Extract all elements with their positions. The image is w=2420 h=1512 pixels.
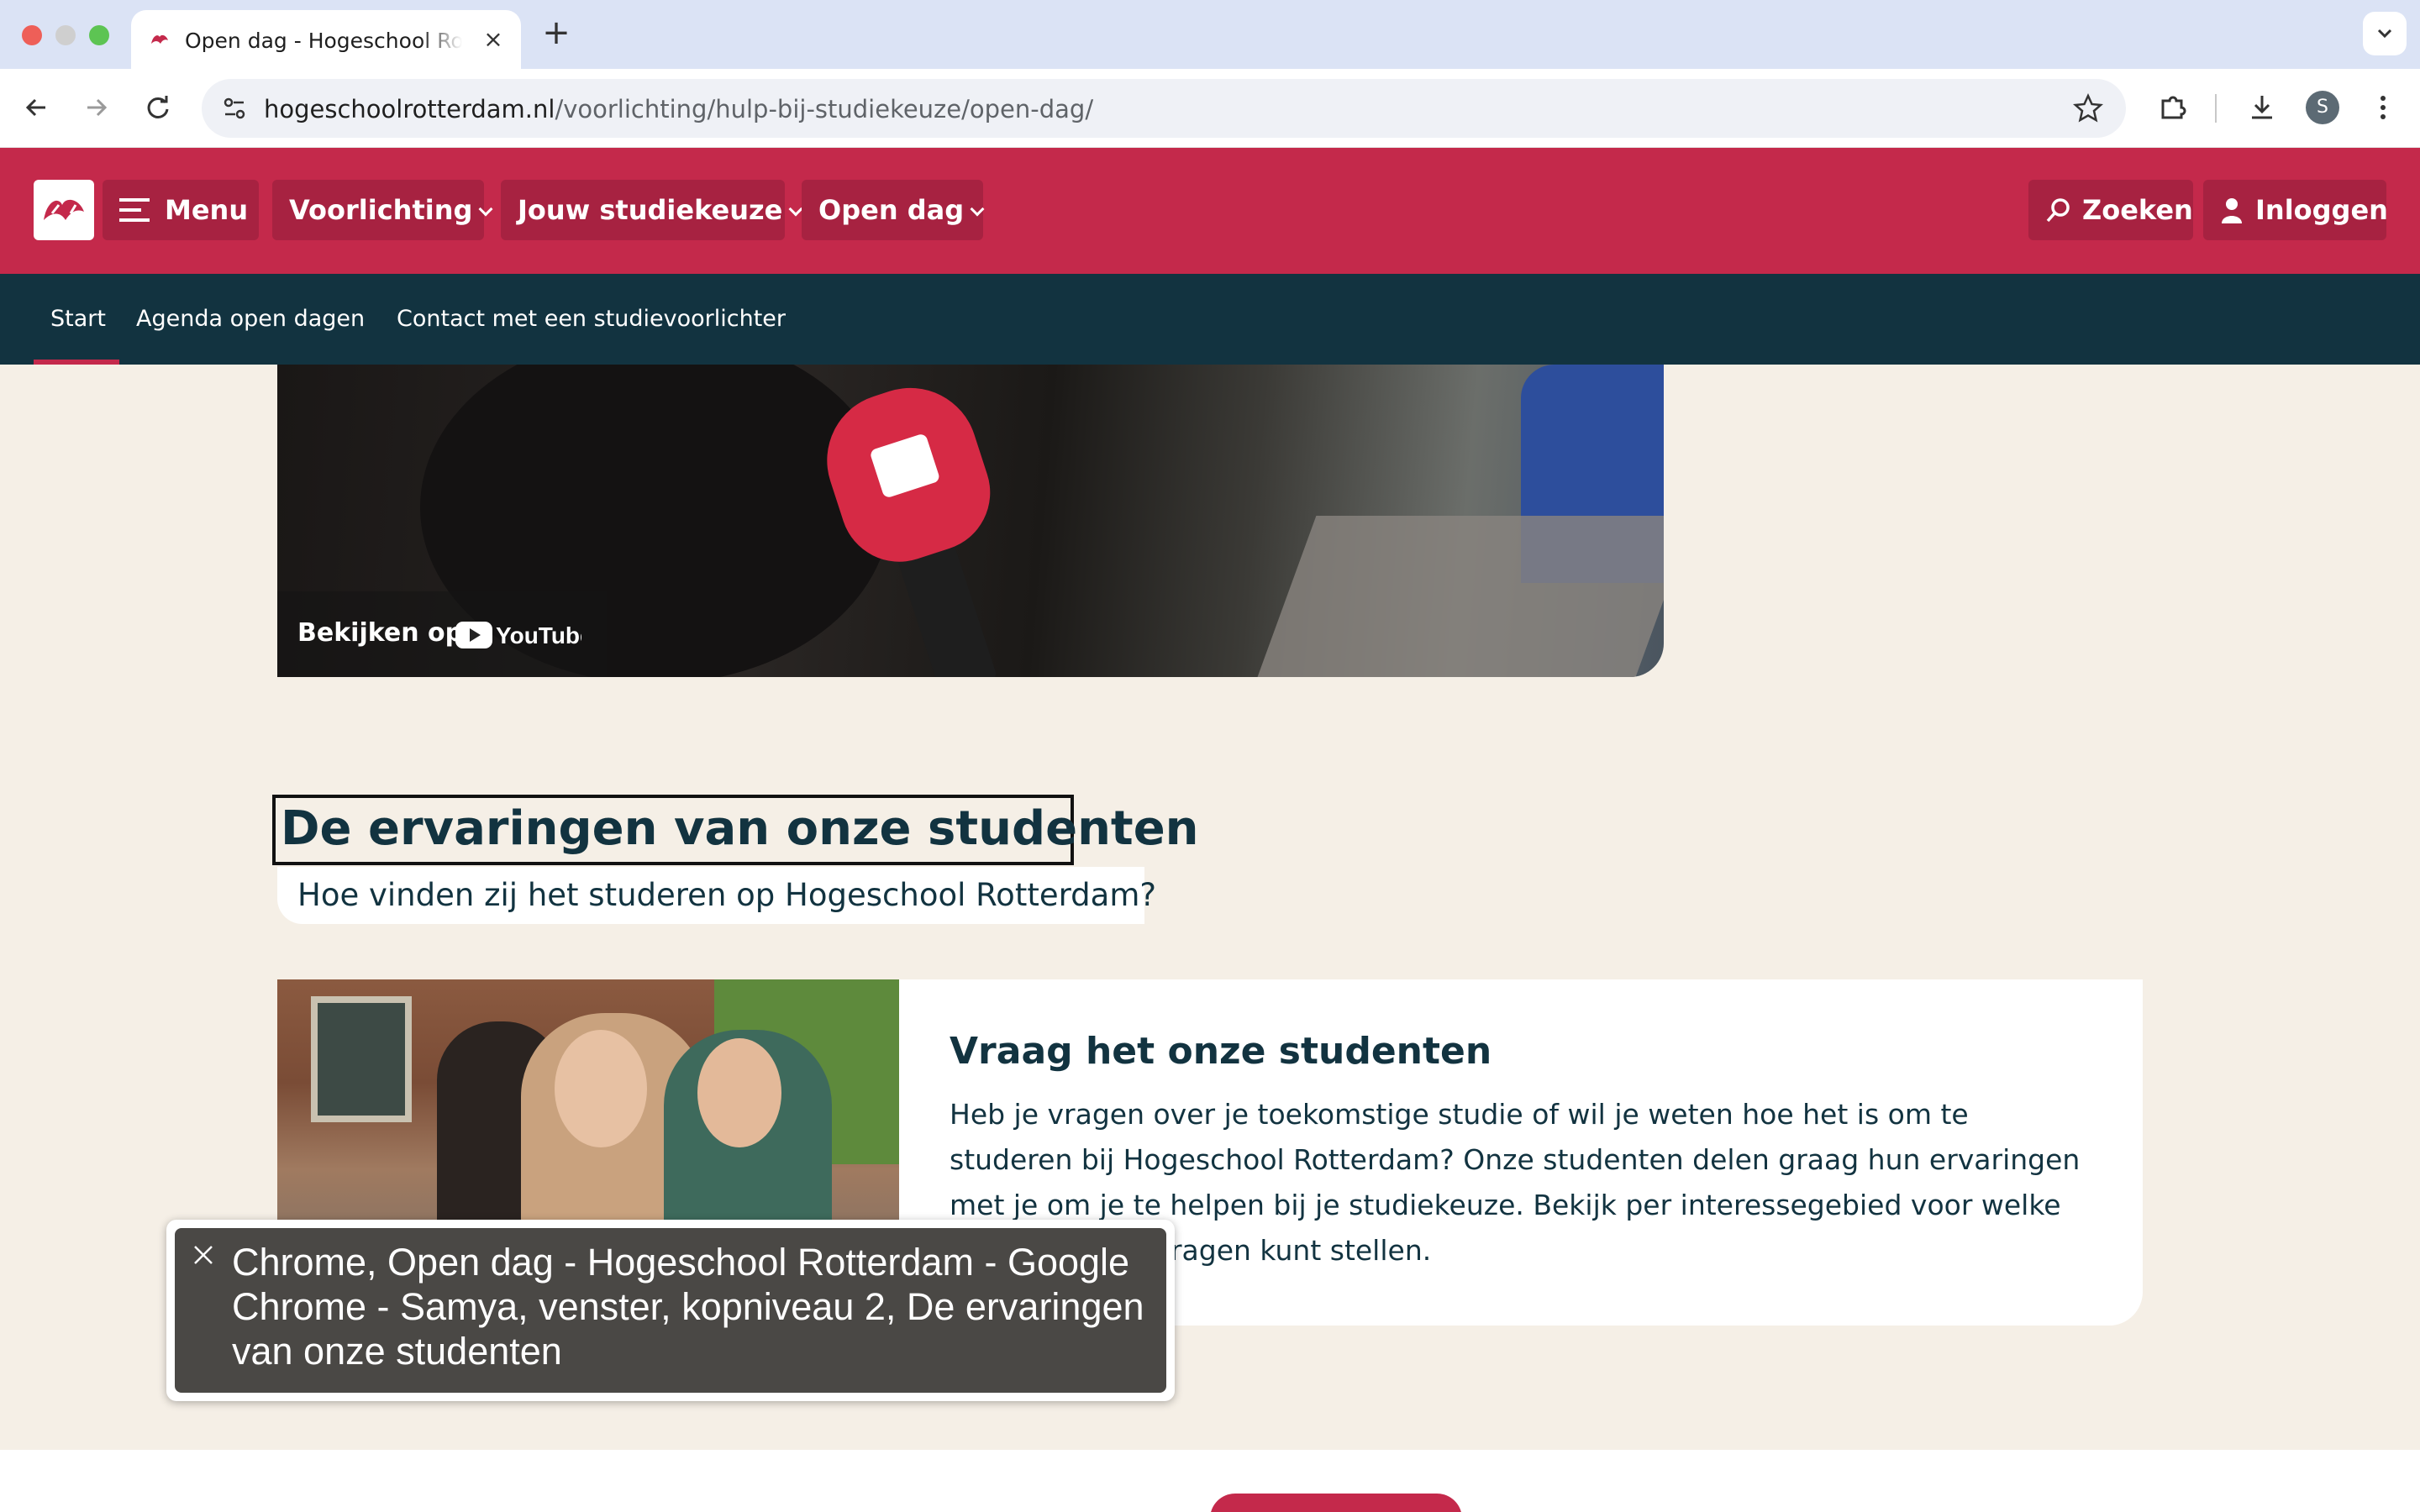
window-zoom-button[interactable] [89,25,109,45]
forward-icon[interactable] [77,89,114,126]
browser-tab-bar: Open dag - Hogeschool Rotterdam × + [0,0,2420,69]
menu-label: Menu [165,194,249,226]
reload-icon[interactable] [139,89,176,126]
hr-logo[interactable] [34,180,94,240]
back-icon[interactable] [18,89,55,126]
subnav-item-contact[interactable]: Contact met een studievoorlichter [397,306,786,332]
subnav-item-start[interactable]: Start [50,306,106,332]
site-info-icon[interactable] [217,91,252,126]
chevron-down-icon [970,202,985,217]
section-subtitle: Hoe vinden zij het studeren op Hogeschoo… [297,877,1156,913]
browser-toolbar: hogeschoolrotterdam.nl/voorlichting/hulp… [0,69,2420,148]
login-label: Inloggen [2255,194,2388,226]
tab-close-icon[interactable]: × [482,28,504,51]
nav-open-dag[interactable]: Open dag [802,180,985,240]
address-bar[interactable]: hogeschoolrotterdam.nl/voorlichting/hulp… [202,79,2126,138]
browser-tab-active[interactable]: Open dag - Hogeschool Rotterdam × [131,10,521,69]
subnav-active-indicator [34,360,119,365]
voiceover-caption-text: Chrome, Open dag - Hogeschool Rotterdam … [232,1241,1144,1373]
nav-voorlichting[interactable]: Voorlichting [272,180,493,240]
user-icon [2222,198,2242,223]
search-button[interactable]: Zoeken [2028,180,2193,240]
youtube-wordmark: YouTube [496,622,581,648]
url-host: hogeschoolrotterdam.nl [264,95,555,123]
hamburger-icon [119,198,150,222]
nav-jouw-studiekeuze-label: Jouw studiekeuze [518,194,783,226]
extensions-icon[interactable] [2154,89,2191,126]
bottom-cta-button[interactable] [1210,1494,1462,1512]
toolbar-separator [2215,94,2217,123]
video-frame-table [1255,516,1664,677]
next-section [0,1450,2420,1512]
close-icon[interactable] [190,1242,217,1268]
more-menu-icon[interactable] [2365,89,2402,126]
download-icon[interactable] [2244,89,2281,126]
hr-favicon-icon [151,34,168,44]
tab-search-button[interactable] [2363,12,2407,55]
subnav-item-agenda[interactable]: Agenda open dagen [136,306,365,332]
photo-face-2 [555,1030,647,1147]
chevron-down-icon [2377,29,2392,39]
youtube-video-embed[interactable]: Bekijken op YouTube [277,365,1664,677]
photo-window [311,996,412,1122]
photo-face-3 [697,1038,781,1147]
nav-voorlichting-label: Voorlichting [289,194,473,226]
nav-jouw-studiekeuze[interactable]: Jouw studiekeuze [501,180,803,240]
window-close-button[interactable] [22,25,42,45]
voiceover-caption-inner: Chrome, Open dag - Hogeschool Rotterdam … [175,1228,1166,1393]
search-label: Zoeken [2082,194,2193,226]
watch-on-youtube-button[interactable]: Bekijken op YouTube [277,591,607,677]
window-minimize-button[interactable] [55,25,76,45]
hr-logo-icon [44,199,84,220]
site-header: Menu Voorlichting Jouw studiekeuze Open … [0,148,2420,274]
youtube-logo-icon: YouTube [455,622,581,648]
nav-open-dag-label: Open dag [818,194,965,226]
url-text: hogeschoolrotterdam.nl/voorlichting/hulp… [264,95,1093,123]
new-tab-icon[interactable]: + [541,16,571,50]
voiceover-caption-panel: Chrome, Open dag - Hogeschool Rotterdam … [166,1220,1175,1401]
section-subtitle-box: Hoe vinden zij het studeren op Hogeschoo… [277,867,1156,924]
profile-avatar[interactable]: S [2306,91,2339,124]
watch-on-label: Bekijken op [297,618,464,648]
section-title: De ervaringen van onze studenten [281,801,1199,856]
tab-title: Open dag - Hogeschool Rotterdam [185,29,462,53]
menu-button[interactable]: Menu [103,180,259,240]
sub-navigation: Start Agenda open dagen Contact met een … [0,274,2420,365]
card-title[interactable]: Vraag het onze studenten [950,1030,1491,1073]
login-button[interactable]: Inloggen [2203,180,2388,240]
chevron-down-icon [478,202,493,217]
url-path: /voorlichting/hulp-bij-studiekeuze/open-… [555,95,1094,123]
section-heading-focus: De ervaringen van onze studenten [272,795,1199,865]
bookmark-star-icon[interactable] [2069,89,2107,128]
mic-logo [869,433,941,499]
search-icon [2046,198,2070,223]
